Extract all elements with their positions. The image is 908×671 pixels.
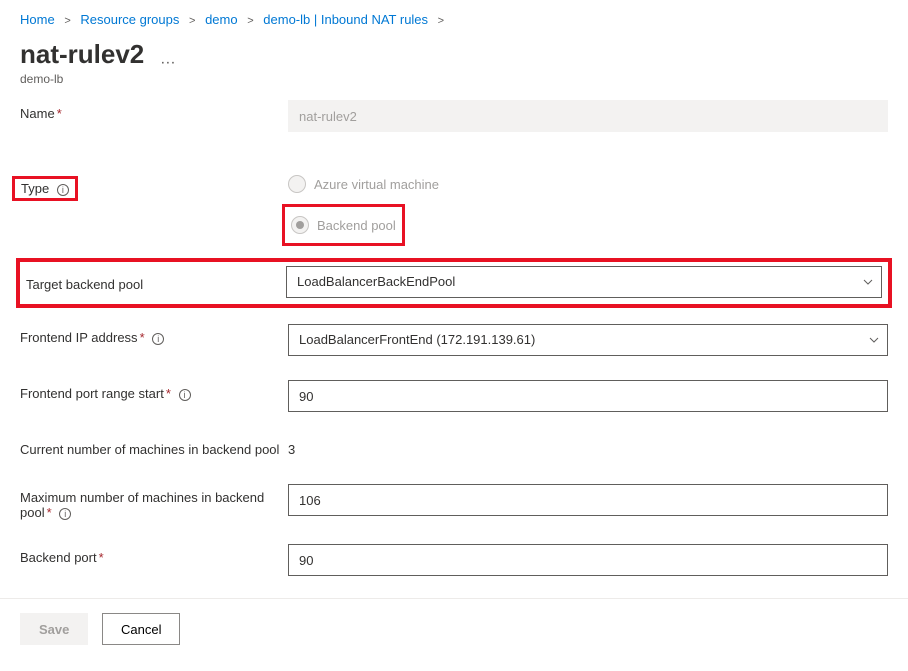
row-name: Name* bbox=[12, 96, 896, 136]
frontend-ip-select[interactable]: LoadBalancerFrontEnd (172.191.139.61) bbox=[288, 324, 888, 356]
page-header: nat-rulev2 … bbox=[0, 35, 908, 72]
label-target-backend-pool: Target backend pool bbox=[26, 273, 286, 292]
info-icon[interactable]: i bbox=[179, 389, 191, 401]
breadcrumb: Home > Resource groups > demo > demo-lb … bbox=[0, 0, 908, 35]
radio-icon bbox=[288, 175, 306, 193]
row-frontend-ip: Frontend IP address* i LoadBalancerFront… bbox=[12, 320, 896, 360]
highlight-backend-pool: Backend pool bbox=[282, 204, 405, 246]
chevron-right-icon: > bbox=[64, 15, 70, 27]
info-icon[interactable]: i bbox=[59, 508, 71, 520]
row-current-machines: Current number of machines in backend po… bbox=[12, 432, 896, 464]
frontend-port-start-input[interactable] bbox=[288, 380, 888, 412]
chevron-right-icon: > bbox=[189, 15, 195, 27]
info-icon[interactable]: i bbox=[57, 184, 69, 196]
save-button: Save bbox=[20, 613, 88, 645]
breadcrumb-item-resource-groups[interactable]: Resource groups bbox=[80, 12, 179, 27]
label-backend-port: Backend port* bbox=[20, 544, 288, 565]
highlight-type: Type i bbox=[12, 176, 78, 201]
label-frontend-port-start: Frontend port range start* i bbox=[20, 380, 288, 401]
form-area: Name* Type i Azure virtual machine bbox=[0, 96, 908, 580]
breadcrumb-item-home[interactable]: Home bbox=[20, 12, 55, 27]
max-machines-input[interactable] bbox=[288, 484, 888, 516]
page-title: nat-rulev2 bbox=[20, 39, 144, 70]
row-frontend-port-start: Frontend port range start* i bbox=[12, 376, 896, 416]
required-indicator: * bbox=[99, 550, 104, 565]
radio-selected-dot bbox=[296, 221, 304, 229]
breadcrumb-item-inbound-nat-rules[interactable]: demo-lb | Inbound NAT rules bbox=[263, 12, 428, 27]
required-indicator: * bbox=[47, 505, 52, 520]
highlight-target-backend-pool: Target backend pool LoadBalancerBackEndP… bbox=[16, 258, 892, 308]
required-indicator: * bbox=[140, 330, 145, 345]
label-name: Name* bbox=[20, 100, 288, 121]
cancel-button[interactable]: Cancel bbox=[102, 613, 180, 645]
breadcrumb-item-demo[interactable]: demo bbox=[205, 12, 238, 27]
current-machines-value: 3 bbox=[288, 436, 888, 457]
required-indicator: * bbox=[166, 386, 171, 401]
radio-azure-vm-label: Azure virtual machine bbox=[314, 177, 439, 192]
backend-port-input[interactable] bbox=[288, 544, 888, 576]
footer: Save Cancel bbox=[0, 598, 908, 659]
label-type: Type bbox=[21, 181, 49, 196]
label-frontend-ip: Frontend IP address* i bbox=[20, 324, 288, 345]
radio-azure-vm: Azure virtual machine bbox=[288, 170, 888, 198]
row-type: Type i Azure virtual machine Backend poo… bbox=[12, 166, 896, 250]
info-icon[interactable]: i bbox=[152, 333, 164, 345]
radio-backend-pool: Backend pool bbox=[291, 211, 396, 239]
label-max-machines: Maximum number of machines in backend po… bbox=[20, 484, 288, 520]
name-input bbox=[288, 100, 888, 132]
chevron-right-icon: > bbox=[438, 15, 444, 27]
radio-backend-pool-label: Backend pool bbox=[317, 218, 396, 233]
radio-icon bbox=[291, 216, 309, 234]
label-current-machines: Current number of machines in backend po… bbox=[20, 436, 288, 457]
target-backend-pool-select[interactable]: LoadBalancerBackEndPool bbox=[286, 266, 882, 298]
row-max-machines: Maximum number of machines in backend po… bbox=[12, 480, 896, 524]
more-button[interactable]: … bbox=[160, 51, 177, 68]
chevron-right-icon: > bbox=[247, 15, 253, 27]
row-backend-port: Backend port* bbox=[12, 540, 896, 580]
required-indicator: * bbox=[57, 106, 62, 121]
page-subtitle: demo-lb bbox=[0, 72, 908, 96]
